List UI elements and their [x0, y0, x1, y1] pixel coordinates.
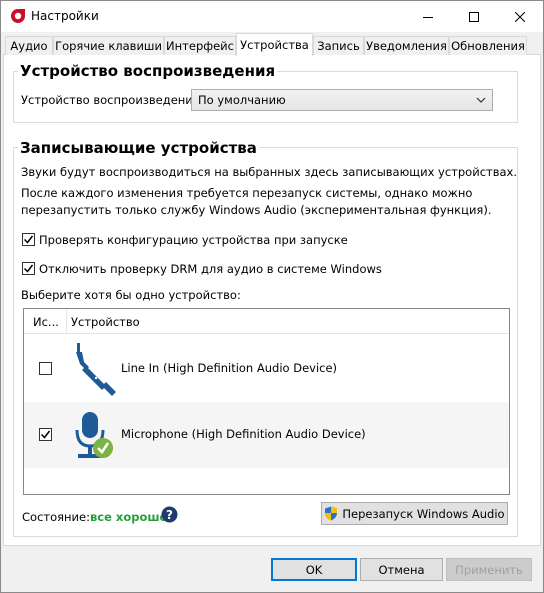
- status-label: Состояние:: [22, 510, 90, 524]
- minimize-icon: [423, 16, 433, 18]
- select-device-prompt: Выберите хотя бы одно устройство:: [21, 288, 241, 302]
- tab-notifications[interactable]: Уведомления: [364, 36, 449, 55]
- recording-devices-list[interactable]: Ис... Устройство Line In (High Definitio…: [23, 308, 510, 495]
- tab-strip: Аудио Горячие клавиши Интерфейс Устройст…: [3, 33, 541, 56]
- check-config-label[interactable]: Проверять конфигурацию устройства при за…: [39, 233, 348, 247]
- maximize-button[interactable]: [451, 1, 497, 32]
- title-bar[interactable]: Настройки: [1, 1, 543, 32]
- chevron-down-icon: [476, 97, 486, 103]
- restart-button-label: Перезапуск Windows Audio: [342, 506, 505, 521]
- tab-devices[interactable]: Устройства: [236, 33, 313, 56]
- svg-text:?: ?: [166, 508, 173, 522]
- uac-shield-icon: [325, 506, 338, 521]
- playback-group-title: Устройство воспроизведения: [18, 62, 278, 80]
- ok-button[interactable]: OK: [271, 558, 357, 581]
- app-icon: [11, 9, 25, 23]
- recording-group-title: Записывающие устройства: [18, 139, 259, 157]
- cancel-button[interactable]: Отмена: [360, 558, 443, 581]
- tab-updates[interactable]: Обновления: [449, 36, 527, 55]
- minimize-button[interactable]: [405, 1, 451, 32]
- list-header: Ис... Устройство: [24, 309, 509, 334]
- disable-drm-label[interactable]: Отключить проверку DRM для аудио в систе…: [39, 262, 382, 276]
- microphone-icon: [75, 412, 113, 458]
- device-name: Microphone (High Definition Audio Device…: [121, 427, 366, 441]
- status-value: все хорошо: [90, 510, 168, 524]
- devices-panel: Устройство воспроизведения Устройство во…: [3, 55, 541, 546]
- tab-recording[interactable]: Запись: [313, 36, 364, 55]
- restart-info-line1: После каждого изменения требуется переза…: [21, 186, 473, 200]
- line-in-checkbox[interactable]: [39, 362, 52, 375]
- checkmark-icon: [23, 264, 34, 273]
- checkmark-icon: [40, 430, 51, 439]
- list-item-microphone[interactable]: Microphone (High Definition Audio Device…: [24, 402, 509, 468]
- restart-windows-audio-button[interactable]: Перезапуск Windows Audio: [321, 502, 508, 525]
- check-config-checkbox[interactable]: [22, 233, 35, 246]
- column-header-device[interactable]: Устройство: [67, 309, 507, 334]
- column-header-enabled[interactable]: Ис...: [24, 309, 66, 334]
- settings-window: Настройки Аудио Горячие клавиши Интерфей…: [0, 0, 544, 593]
- tab-audio[interactable]: Аудио: [5, 36, 53, 55]
- recording-info-text: Звуки будут воспроизводиться на выбранны…: [21, 165, 517, 179]
- line-in-jack-icon: [76, 343, 116, 396]
- help-icon[interactable]: ?: [161, 506, 178, 523]
- microphone-checkbox[interactable]: [39, 428, 52, 441]
- device-name: Line In (High Definition Audio Device): [121, 361, 338, 375]
- playback-device-select[interactable]: По умолчанию: [191, 89, 493, 111]
- restart-info-line2: перезапустить только службу Windows Audi…: [21, 203, 492, 217]
- apply-button[interactable]: Применить: [446, 558, 532, 581]
- tab-hotkeys[interactable]: Горячие клавиши: [53, 36, 164, 55]
- window-title: Настройки: [31, 9, 99, 23]
- close-button[interactable]: [497, 1, 543, 32]
- list-item-line-in[interactable]: Line In (High Definition Audio Device): [24, 336, 509, 402]
- checkmark-icon: [23, 235, 34, 244]
- maximize-icon: [469, 11, 479, 22]
- disable-drm-checkbox[interactable]: [22, 262, 35, 275]
- playback-device-label: Устройство воспроизведения:: [21, 93, 204, 107]
- tab-interface[interactable]: Интерфейс: [164, 36, 236, 55]
- playback-device-value: По умолчанию: [198, 93, 286, 107]
- close-icon: [515, 11, 525, 22]
